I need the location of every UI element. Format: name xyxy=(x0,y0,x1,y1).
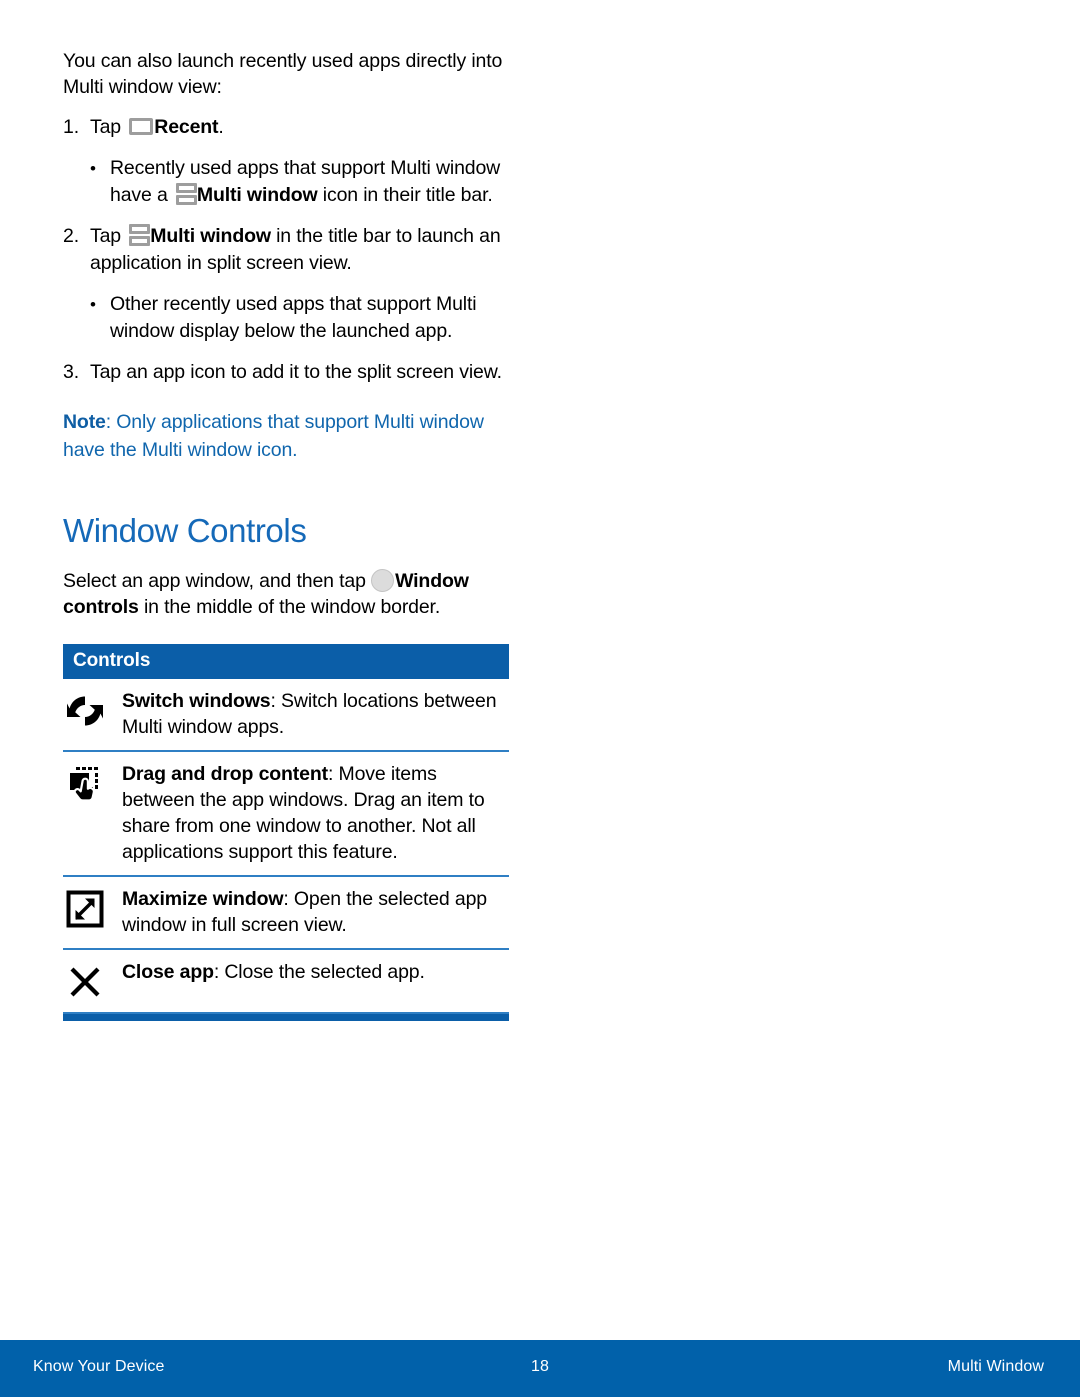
intro-paragraph: You can also launch recently used apps d… xyxy=(63,50,503,98)
table-cell-description: Switch windows: Switch locations between… xyxy=(122,688,509,740)
table-cell-description: Maximize window: Open the selected app w… xyxy=(122,886,509,938)
step-1-pre-text: Tap xyxy=(90,116,127,138)
numbered-step-3: 3. Tap an app icon to add it to the spli… xyxy=(63,359,523,386)
recent-icon xyxy=(129,118,154,135)
step-2-bold-label: Multi window xyxy=(150,225,271,247)
section-lead-paragraph: Select an app window, and then tap Windo… xyxy=(63,568,523,620)
footer-inner: Know Your Device 18 Multi Window xyxy=(0,1340,1080,1397)
step-2-number: 2. xyxy=(63,225,79,247)
page-footer: Know Your Device 18 Multi Window xyxy=(0,1340,1080,1397)
footer-section-label: Know Your Device xyxy=(33,1358,165,1375)
numbered-step-2: 2. Tap Multi window in the title bar to … xyxy=(63,223,523,277)
section-lead-post-text: in the middle of the window border. xyxy=(138,596,441,618)
bullet-1-post-text: icon in their title bar. xyxy=(317,184,493,206)
page-title: Window Controls xyxy=(63,512,307,549)
note-text: : Only applications that support Multi w… xyxy=(63,411,484,461)
row-1-bold-label: Switch windows xyxy=(122,690,271,712)
document-page: You can also launch recently used apps d… xyxy=(0,0,1080,1397)
note-label: Note xyxy=(63,411,106,433)
bullet-dot: • xyxy=(90,159,96,178)
row-4-text: : Close the selected app. xyxy=(213,961,425,983)
controls-table-header: Controls xyxy=(63,644,509,679)
page-content-column: You can also launch recently used apps d… xyxy=(63,48,523,1021)
table-row: Close app: Close the selected app. xyxy=(63,950,509,1014)
controls-table-bottom-rule xyxy=(63,1014,509,1021)
switch-windows-icon xyxy=(63,688,122,731)
bullet-item-2: • Other recently used apps that support … xyxy=(63,291,523,345)
step-3-number: 3. xyxy=(63,361,79,383)
bullet-2-body: Other recently used apps that support Mu… xyxy=(110,293,477,342)
bullet-dot: • xyxy=(90,295,96,314)
step-2-pre-text: Tap xyxy=(90,225,127,247)
table-cell-description: Close app: Close the selected app. xyxy=(122,959,509,985)
close-app-icon xyxy=(63,959,122,1002)
footer-chapter-label: Multi Window xyxy=(947,1358,1044,1375)
step-2-body: Tap Multi window in the title bar to lau… xyxy=(90,223,523,277)
step-3-body: Tap an app icon to add it to the split s… xyxy=(90,361,502,383)
footer-page-number: 18 xyxy=(531,1358,549,1375)
table-cell-description: Drag and drop content: Move items betwee… xyxy=(122,761,509,865)
step-1-bold-label: Recent xyxy=(154,116,219,138)
bullet-1-bold-label: Multi window xyxy=(196,184,318,206)
table-row: Maximize window: Open the selected app w… xyxy=(63,877,509,950)
table-row: Drag and drop content: Move items betwee… xyxy=(63,752,509,877)
table-row: Switch windows: Switch locations between… xyxy=(63,679,509,752)
row-4-bold-label: Close app xyxy=(122,961,214,983)
drag-and-drop-icon xyxy=(63,761,122,804)
numbered-step-1: 1. Tap Recent. xyxy=(63,114,523,141)
row-2-bold-label: Drag and drop content xyxy=(122,763,328,785)
step-1-post-text: . xyxy=(218,116,224,138)
note-block: Note: Only applications that support Mul… xyxy=(63,408,523,464)
controls-table: Controls Switch windows: Switch location… xyxy=(63,644,509,1021)
maximize-window-icon xyxy=(63,886,122,929)
bullet-item-1: • Recently used apps that support Multi … xyxy=(63,155,523,209)
bullet-1-body: Recently used apps that support Multi wi… xyxy=(110,155,523,209)
window-controls-circle-icon xyxy=(371,569,395,592)
multi-window-icon xyxy=(175,183,197,205)
row-3-bold-label: Maximize window xyxy=(122,888,284,910)
step-1-body: Tap Recent. xyxy=(90,114,523,141)
step-1-number: 1. xyxy=(63,116,79,138)
section-lead-pre-text: Select an app window, and then tap xyxy=(63,570,372,592)
multi-window-icon xyxy=(129,224,151,246)
